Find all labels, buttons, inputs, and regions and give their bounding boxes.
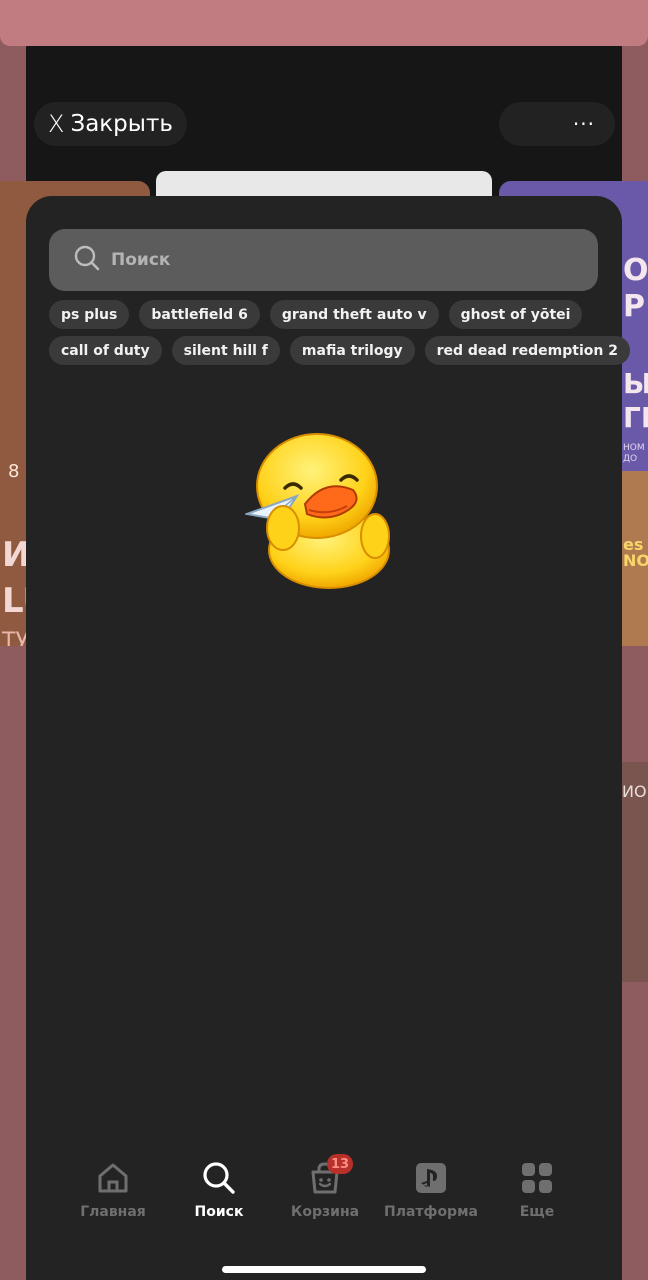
promo-card-right-2[interactable]: ИО bbox=[622, 762, 648, 982]
promo-right-text-4: ГР bbox=[623, 401, 648, 434]
promo-right-small-text: НОМ ДО bbox=[623, 443, 645, 465]
nav-label-more: Еще bbox=[519, 1204, 555, 1220]
search-placeholder: Поиск bbox=[111, 250, 171, 270]
search-sheet: Поиск ps plus battlefield 6 grand theft … bbox=[26, 196, 630, 1280]
home-indicator[interactable] bbox=[222, 1266, 426, 1273]
promo-right-art-text-2: NO bbox=[623, 551, 648, 570]
promo-right-text-3: ЫЕ bbox=[623, 367, 648, 400]
suggestion-chip[interactable]: grand theft auto v bbox=[269, 300, 439, 329]
search-input[interactable]: Поиск bbox=[49, 229, 598, 291]
nav-item-home[interactable]: Главная bbox=[60, 1158, 166, 1228]
promo-right2-text: ИО bbox=[622, 782, 647, 801]
suggestion-chip[interactable]: call of duty bbox=[49, 336, 162, 365]
nav-label-search: Поиск bbox=[194, 1204, 244, 1220]
suggestion-chip[interactable]: red dead redemption 2 bbox=[424, 336, 630, 365]
promo-right-small-2: ДО bbox=[623, 454, 638, 464]
suggestion-chip[interactable]: ps plus bbox=[49, 300, 130, 329]
suggestion-chip[interactable]: silent hill f bbox=[171, 336, 280, 365]
suggestion-chip[interactable]: battlefield 6 bbox=[139, 300, 260, 329]
more-icon: ··· bbox=[572, 112, 595, 136]
suggestion-row: call of duty silent hill f mafia trilogy… bbox=[49, 336, 630, 365]
search-suggestions: ps plus battlefield 6 grand theft auto v… bbox=[49, 300, 630, 372]
suggestion-chip[interactable]: ghost of yōtei bbox=[448, 300, 583, 329]
nav-item-search[interactable]: Поиск bbox=[166, 1158, 272, 1228]
promo-right-text-1: О bbox=[623, 253, 648, 288]
promo-right-small-1: НОМ bbox=[623, 443, 645, 453]
cart-icon: 13 bbox=[305, 1154, 354, 1198]
nav-label-cart: Корзина bbox=[290, 1204, 360, 1220]
overlay-top bbox=[0, 0, 648, 46]
nav-item-platform[interactable]: Платформа bbox=[378, 1158, 484, 1228]
home-icon bbox=[93, 1158, 133, 1198]
playstation-icon bbox=[411, 1158, 451, 1198]
close-label: Закрыть bbox=[70, 111, 173, 137]
nav-item-more[interactable]: Еще bbox=[484, 1158, 590, 1228]
nav-label-platform: Платформа bbox=[384, 1204, 478, 1220]
grid-icon bbox=[517, 1158, 557, 1198]
more-menu-button[interactable]: ··· bbox=[499, 102, 615, 146]
bottom-nav: Главная Поиск 13 Корзина Платформа Еще bbox=[60, 1154, 590, 1228]
search-icon bbox=[73, 244, 101, 276]
promo-left-number: 8 bbox=[8, 461, 20, 482]
cart-badge: 13 bbox=[327, 1154, 354, 1174]
search-icon bbox=[199, 1158, 239, 1198]
close-icon: X bbox=[48, 110, 65, 138]
screen: X Закрыть ··· 8 ИС LU ТУ О Р ЫЕ ГР НОМДО… bbox=[0, 0, 648, 1280]
promo-right-art-text: es NO bbox=[623, 537, 648, 569]
duck-sticker-illustration bbox=[243, 432, 395, 592]
suggestion-chip[interactable]: mafia trilogy bbox=[289, 336, 415, 365]
nav-item-cart[interactable]: 13 Корзина bbox=[272, 1154, 378, 1228]
close-button[interactable]: X Закрыть bbox=[34, 102, 187, 146]
promo-left-text-3: ТУ bbox=[2, 629, 29, 646]
suggestion-row: ps plus battlefield 6 grand theft auto v… bbox=[49, 300, 609, 329]
promo-right-text-2: Р bbox=[623, 289, 645, 324]
nav-label-home: Главная bbox=[80, 1204, 146, 1220]
